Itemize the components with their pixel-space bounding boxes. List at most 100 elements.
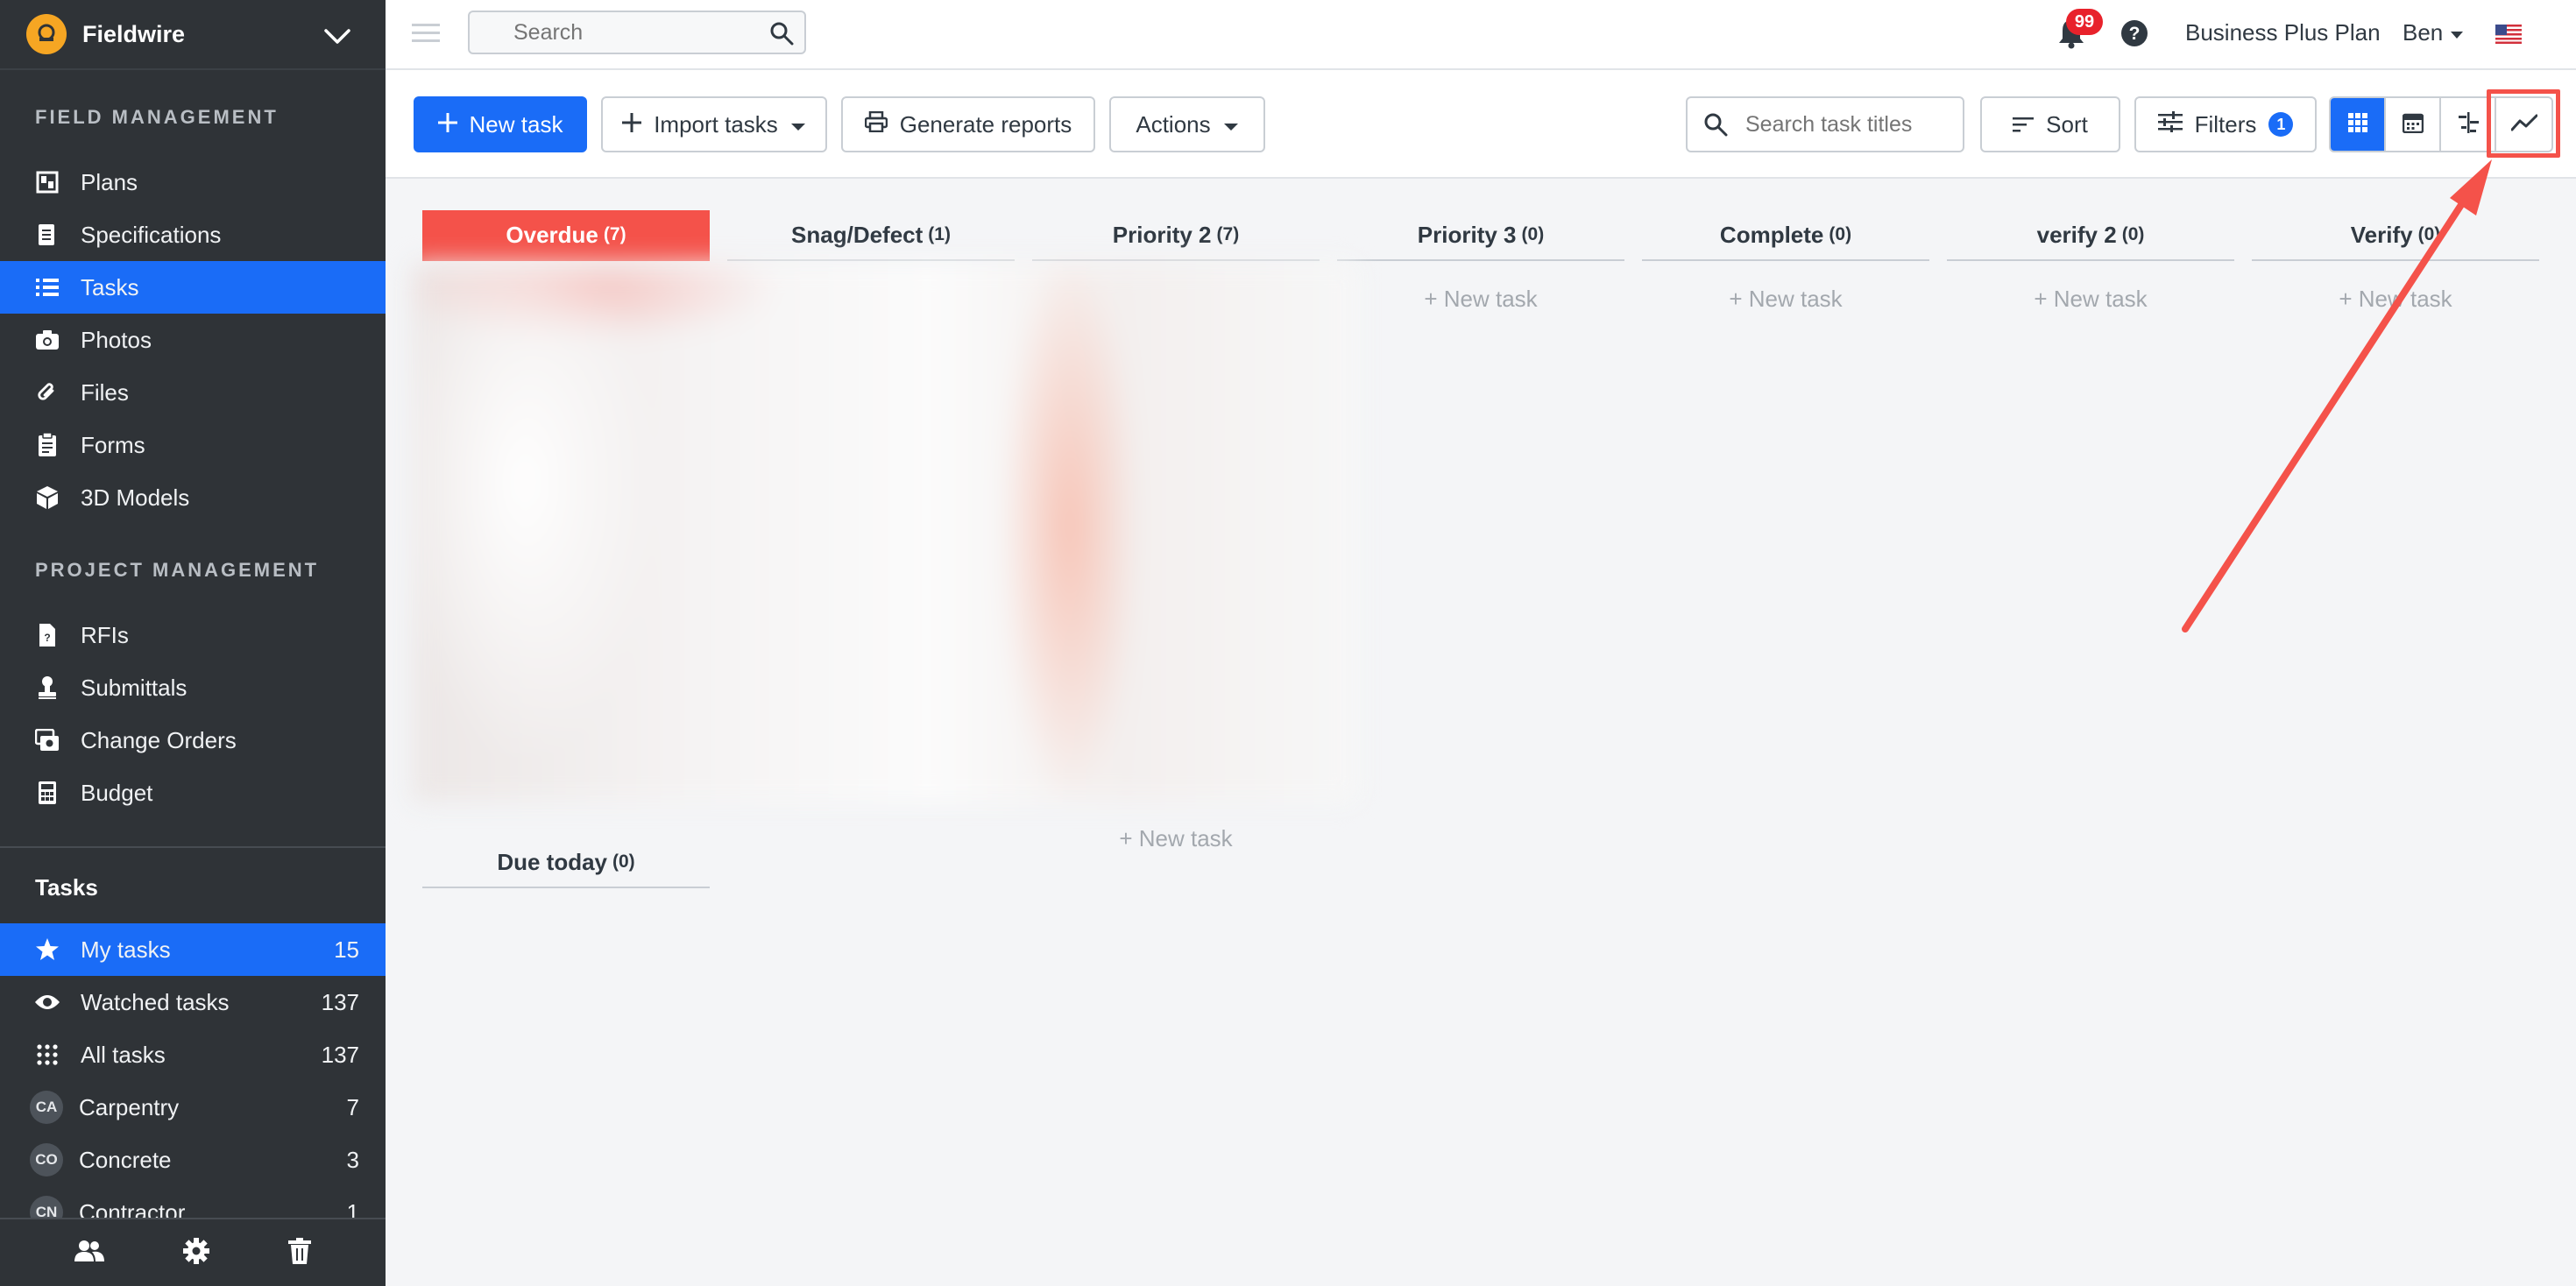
field-management-label: FIELD MANAGEMENT <box>35 106 279 128</box>
sidebar-item-forms[interactable]: Forms <box>0 419 386 471</box>
tasks-icon <box>33 273 61 301</box>
import-tasks-button[interactable]: Import tasks <box>601 96 827 152</box>
sidebar-item-rfis[interactable]: ? RFIs <box>0 609 386 661</box>
task-title-search-input[interactable] <box>1744 105 1954 144</box>
analytics-view-button[interactable] <box>2496 98 2551 151</box>
column-header-priority-2[interactable]: Priority 2 (7) <box>1032 210 1320 261</box>
sidebar-item-tasks[interactable]: Tasks <box>0 261 386 314</box>
sidebar-item-photos[interactable]: Photos <box>0 314 386 366</box>
trash-icon[interactable] <box>288 1237 311 1268</box>
task-title-search <box>1686 96 1964 152</box>
sidebar-item-label: Change Orders <box>81 726 237 753</box>
clipboard-icon <box>33 431 61 459</box>
sidebar-item-specifications[interactable]: Specifications <box>0 208 386 261</box>
menu-icon[interactable] <box>412 21 440 50</box>
sidebar-item-budget[interactable]: Budget <box>0 767 386 819</box>
sort-label: Sort <box>2046 110 2088 138</box>
column-count: (0) <box>1521 224 1545 244</box>
stamp-icon <box>33 674 61 702</box>
task-filter-all-tasks[interactable]: All tasks 137 <box>0 1028 386 1081</box>
grid-dots-icon <box>33 1041 61 1069</box>
svg-text:?: ? <box>44 632 50 644</box>
column-header-verify-2[interactable]: verify 2 (0) <box>1947 210 2234 261</box>
new-task-label: New task <box>469 110 563 138</box>
task-filter-label: All tasks <box>81 1041 166 1068</box>
plan-label[interactable]: Business Plus Plan <box>2185 19 2381 46</box>
gantt-view-button[interactable] <box>2441 98 2497 151</box>
sidebar-item-label: Photos <box>81 326 152 353</box>
project-management-label: PROJECT MANAGEMENT <box>35 559 320 581</box>
actions-button[interactable]: Actions <box>1109 96 1265 152</box>
grid-view-icon <box>2347 112 2367 137</box>
change-orders-icon <box>33 726 61 754</box>
task-filter-concrete[interactable]: CO Concrete 3 <box>0 1134 386 1186</box>
sidebar-item-label: Submittals <box>81 674 188 701</box>
help-icon[interactable]: ? <box>2120 19 2148 52</box>
caret-down-icon <box>790 111 806 138</box>
column-title: Overdue <box>506 221 598 248</box>
sidebar-divider <box>0 846 386 848</box>
sidebar-item-plans[interactable]: Plans <box>0 156 386 208</box>
column-title: verify 2 <box>2036 221 2117 248</box>
task-filter-my-tasks[interactable]: My tasks 15 <box>0 923 386 976</box>
sidebar-item-3d-models[interactable]: 3D Models <box>0 471 386 524</box>
sidebar-item-label: Tasks <box>81 273 139 300</box>
task-filter-label: Watched tasks <box>81 988 230 1015</box>
sidebar-item-label: Forms <box>81 431 145 458</box>
calendar-icon <box>2402 112 2424 138</box>
task-filter-count: 137 <box>321 988 359 1015</box>
global-search <box>468 11 806 54</box>
new-task-link[interactable]: + New task <box>2252 286 2539 313</box>
task-filter-carpentry[interactable]: CA Carpentry 7 <box>0 1081 386 1134</box>
people-icon[interactable] <box>74 1240 104 1267</box>
sidebar-item-change-orders[interactable]: Change Orders <box>0 714 386 767</box>
gear-icon[interactable] <box>183 1237 209 1268</box>
column-header-due-today[interactable]: Due today (0) <box>422 837 710 888</box>
column-header-overdue[interactable]: Overdue (7) <box>422 210 710 261</box>
filters-label: Filters <box>2194 110 2257 138</box>
task-filter-watched-tasks[interactable]: Watched tasks 137 <box>0 976 386 1028</box>
gantt-icon <box>2457 111 2480 138</box>
user-menu[interactable]: Ben <box>2403 19 2464 46</box>
global-search-input[interactable] <box>512 12 775 53</box>
new-task-link[interactable]: + New task <box>1337 286 1624 313</box>
cube-icon <box>33 484 61 512</box>
task-filter-label: Concrete <box>79 1146 172 1173</box>
import-tasks-label: Import tasks <box>654 110 778 138</box>
generate-reports-label: Generate reports <box>899 110 1072 138</box>
top-bar: 99 ? Business Plus Plan Ben <box>386 0 2576 70</box>
us-flag-icon[interactable] <box>2495 25 2522 44</box>
sort-button[interactable]: Sort <box>1980 96 2120 152</box>
calculator-icon <box>33 779 61 807</box>
new-task-link[interactable]: + New task <box>1642 286 1929 313</box>
filters-button[interactable]: Filters 1 <box>2134 96 2317 152</box>
column-count: (7) <box>603 224 626 244</box>
sort-lines-icon <box>2013 111 2035 138</box>
specifications-icon <box>33 221 61 249</box>
column-header-priority-3[interactable]: Priority 3 (0) <box>1337 210 1624 261</box>
new-task-button[interactable]: New task <box>414 96 587 152</box>
column-title: Priority 2 <box>1112 221 1212 248</box>
column-header-complete[interactable]: Complete (0) <box>1642 210 1929 261</box>
search-icon[interactable] <box>769 21 794 50</box>
chevron-down-icon[interactable] <box>322 21 352 55</box>
sidebar-item-label: 3D Models <box>81 484 190 511</box>
sidebar-item-files[interactable]: Files <box>0 366 386 419</box>
project-switcher[interactable]: Fieldwire <box>0 0 386 70</box>
brand-name: Fieldwire <box>82 20 186 47</box>
sidebar-item-label: Files <box>81 378 129 406</box>
view-switcher <box>2329 96 2553 152</box>
column-count: (1) <box>928 224 951 244</box>
filters-count-badge: 1 <box>2268 112 2294 137</box>
user-name: Ben <box>2403 19 2444 46</box>
new-task-link[interactable]: + New task <box>1947 286 2234 313</box>
calendar-view-button[interactable] <box>2386 98 2442 151</box>
column-count: (0) <box>612 851 635 872</box>
column-header-snag-defect[interactable]: Snag/Defect (1) <box>727 210 1015 261</box>
column-header-verify[interactable]: Verify (0) <box>2252 210 2539 261</box>
sidebar-item-submittals[interactable]: Submittals <box>0 661 386 714</box>
new-task-link[interactable]: + New task <box>1032 825 1320 852</box>
notification-count-badge: 99 <box>2066 9 2103 35</box>
grid-view-button[interactable] <box>2331 98 2387 151</box>
generate-reports-button[interactable]: Generate reports <box>841 96 1095 152</box>
